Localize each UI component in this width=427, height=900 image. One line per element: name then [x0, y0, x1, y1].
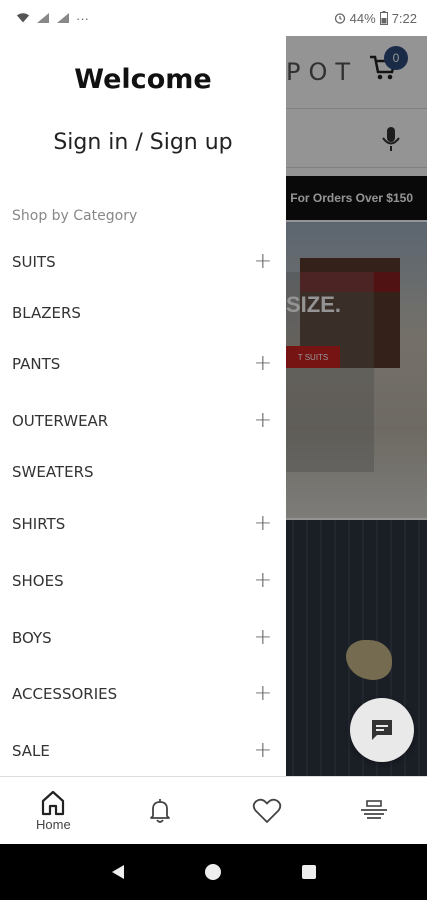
- hero-headline: SIZE.: [286, 292, 342, 317]
- list-icon: [360, 799, 387, 819]
- category-shoes[interactable]: SHOES +: [0, 561, 286, 601]
- battery-icon: [379, 11, 388, 25]
- mic-icon: [382, 127, 400, 151]
- store-logo: POT: [286, 58, 359, 86]
- clock: 7:22: [391, 10, 417, 26]
- navigation-drawer: Welcome Sign in / Sign up Shop by Catego…: [0, 36, 286, 776]
- category-label: BLAZERS: [12, 304, 81, 322]
- lapel-pin: [346, 640, 392, 680]
- category-sale[interactable]: SALE +: [0, 731, 286, 771]
- wifi-icon: [16, 13, 30, 23]
- more-notifications-icon: ···: [76, 10, 89, 26]
- hero-awning: [300, 272, 400, 292]
- nav-home-label: Home: [36, 817, 71, 832]
- recents-icon[interactable]: [299, 862, 319, 882]
- category-pants[interactable]: PANTS +: [0, 344, 286, 384]
- category-sweaters[interactable]: SWEATERS: [0, 452, 286, 492]
- expand-icon[interactable]: +: [254, 627, 272, 649]
- bell-icon: [150, 798, 171, 823]
- alarm-icon: [334, 13, 345, 24]
- category-suits[interactable]: SUITS +: [0, 242, 286, 282]
- home-icon: [42, 790, 65, 816]
- signal-icon-2: [57, 13, 69, 23]
- expand-icon[interactable]: +: [254, 410, 272, 432]
- category-label: SUITS: [12, 253, 56, 271]
- category-label: SWEATERS: [12, 463, 94, 481]
- category-label: SALE: [12, 742, 50, 760]
- category-label: OUTERWEAR: [12, 412, 109, 430]
- expand-icon[interactable]: +: [254, 570, 272, 592]
- category-label: PANTS: [12, 355, 61, 373]
- cart-icon: [370, 55, 397, 80]
- expand-icon[interactable]: +: [254, 513, 272, 535]
- expand-icon[interactable]: +: [254, 251, 272, 273]
- category-boys[interactable]: BOYS +: [0, 618, 286, 658]
- nav-home[interactable]: Home: [0, 777, 107, 844]
- expand-icon[interactable]: +: [254, 740, 272, 762]
- status-icons-left: ···: [16, 11, 89, 26]
- category-shirts[interactable]: SHIRTS +: [0, 504, 286, 544]
- category-outerwear[interactable]: OUTERWEAR +: [0, 401, 286, 441]
- sign-in-link[interactable]: Sign in / Sign up: [0, 130, 286, 155]
- hero-building: [300, 258, 400, 368]
- category-label: ACCESSORIES: [12, 685, 118, 703]
- system-navigation-bar: [0, 844, 427, 900]
- hero-overlay-panel: [286, 272, 374, 472]
- category-label: SHIRTS: [12, 515, 66, 533]
- bottom-navigation: Home: [0, 776, 427, 844]
- category-label: BOYS: [12, 629, 52, 647]
- category-accessories[interactable]: ACCESSORIES +: [0, 674, 286, 714]
- chat-icon: [372, 720, 392, 740]
- nav-menu[interactable]: [320, 777, 427, 844]
- shop-by-category-label: Shop by Category: [12, 208, 138, 224]
- expand-icon[interactable]: +: [254, 353, 272, 375]
- cart-count-badge: 0: [384, 46, 408, 70]
- signal-icon: [37, 13, 49, 23]
- home-button-icon[interactable]: [203, 862, 223, 882]
- heart-icon: [252, 798, 282, 823]
- status-bar: ··· 44% 7:22: [0, 0, 427, 36]
- hero-shop-button: T SUITS: [286, 346, 340, 368]
- nav-wishlist[interactable]: [214, 777, 321, 844]
- chat-button[interactable]: [350, 698, 414, 762]
- battery-percent: 44%: [349, 10, 376, 26]
- back-icon[interactable]: [108, 862, 128, 882]
- category-blazers[interactable]: BLAZERS: [0, 293, 286, 333]
- expand-icon[interactable]: +: [254, 683, 272, 705]
- welcome-title: Welcome: [74, 64, 212, 95]
- status-icons-right: 44% 7:22: [334, 11, 417, 26]
- category-label: SHOES: [12, 572, 64, 590]
- nav-notifications[interactable]: [107, 777, 214, 844]
